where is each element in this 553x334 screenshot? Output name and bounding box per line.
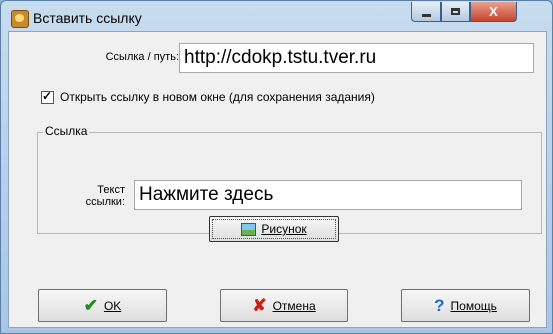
- picture-button-label: Рисунок: [261, 222, 307, 236]
- dialog-body: Ссылка / путь: http://cdokp.tstu.tver.ru…: [8, 31, 547, 328]
- minimize-icon: [421, 13, 431, 17]
- open-new-window-label: Открыть ссылку в новом окне (для сохране…: [60, 90, 375, 104]
- picture-button[interactable]: Рисунок: [209, 216, 339, 242]
- link-text-label-line2: ссылки:: [85, 196, 125, 208]
- dialog-window: Вставить ссылку X Ссылка / путь: http://…: [0, 0, 553, 334]
- cross-icon: ✘: [252, 296, 267, 315]
- help-button[interactable]: ? Помощь: [401, 289, 530, 322]
- app-icon: [11, 10, 29, 28]
- checkmark-icon: ✔: [83, 296, 98, 315]
- open-new-window-checkbox[interactable]: Открыть ссылку в новом окне (для сохране…: [41, 89, 375, 104]
- ok-label: OK: [103, 298, 122, 313]
- link-text-input[interactable]: Нажмите здесь: [134, 180, 522, 210]
- checkbox-checked-icon[interactable]: [41, 89, 54, 104]
- maximize-icon: [451, 8, 460, 15]
- question-icon: ?: [434, 296, 445, 315]
- window-title: Вставить ссылку: [33, 10, 142, 26]
- close-icon: X: [489, 4, 498, 19]
- maximize-button[interactable]: [441, 2, 470, 22]
- path-input[interactable]: http://cdokp.tstu.tver.ru: [179, 43, 534, 73]
- cancel-label: Отмена: [272, 298, 316, 313]
- minimize-button[interactable]: [411, 2, 441, 22]
- close-button[interactable]: X: [470, 2, 517, 22]
- help-label: Помощь: [450, 298, 497, 313]
- path-label: Ссылка / путь:: [105, 51, 179, 63]
- ok-button[interactable]: ✔ OK: [38, 289, 167, 322]
- link-group-title: Ссылка: [43, 124, 90, 138]
- picture-icon: [241, 222, 257, 236]
- link-text-label: Текст ссылки:: [61, 184, 125, 208]
- link-text-label-line1: Текст: [97, 184, 125, 196]
- title-bar[interactable]: Вставить ссылку X: [1, 1, 552, 31]
- cancel-button[interactable]: ✘ Отмена: [220, 289, 348, 322]
